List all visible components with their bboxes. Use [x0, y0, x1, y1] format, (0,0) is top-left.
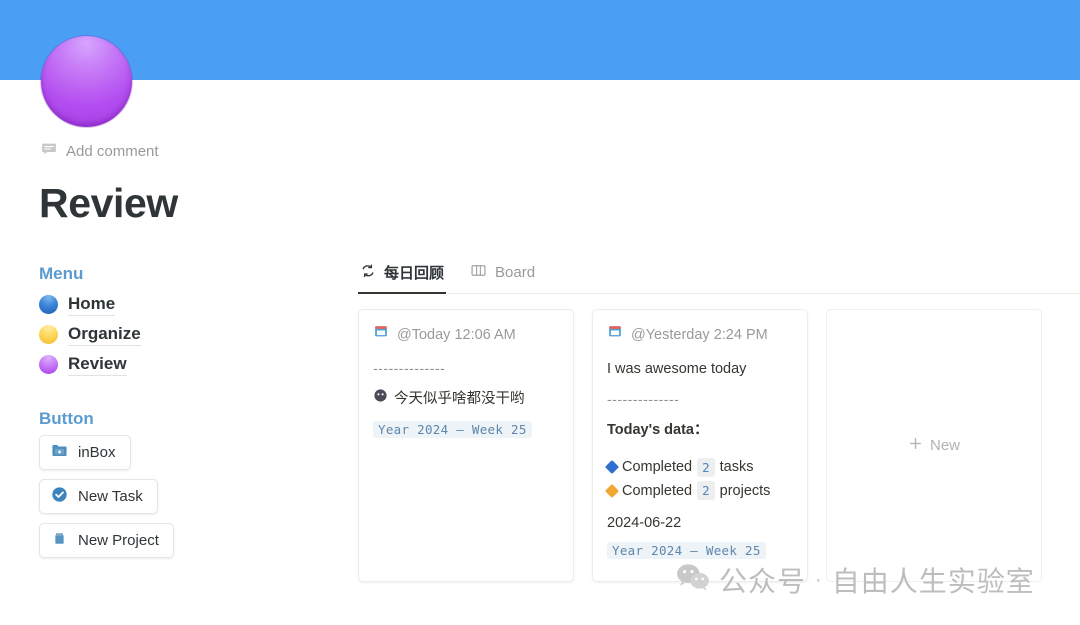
- new-project-button-label: New Project: [78, 532, 159, 549]
- check-circle-icon: [51, 486, 68, 507]
- add-comment-button[interactable]: Add comment: [41, 141, 159, 161]
- card-list: @Today 12:06 AM -------------- 今天似乎啥都没干哟…: [358, 309, 1080, 582]
- page-title: Review: [39, 180, 178, 226]
- dark-face-emoji: [373, 388, 388, 410]
- stat-row-tasks: Completed 2 tasks: [604, 456, 793, 478]
- blue-diamond-icon: [604, 460, 620, 475]
- review-card[interactable]: @Today 12:06 AM -------------- 今天似乎啥都没干哟…: [358, 309, 574, 582]
- card-divider: --------------: [607, 390, 680, 407]
- sidebar-item-label: Review: [68, 352, 127, 376]
- card-emoji-text: 今天似乎啥都没干哟: [394, 391, 525, 408]
- stat-count: 2: [697, 481, 715, 501]
- card-emoji-line: 今天似乎啥都没干哟: [373, 388, 559, 410]
- card-header: @Yesterday 2:24 PM: [607, 323, 793, 346]
- tab-bar: 每日回顾 Board: [358, 262, 1080, 294]
- card-date: 2024-06-22: [607, 515, 682, 532]
- sync-arrows-icon: [360, 263, 376, 283]
- sidebar-item-review[interactable]: Review: [39, 349, 329, 379]
- card-header: @Today 12:06 AM: [373, 323, 559, 346]
- card-header-text: @Today 12:06 AM: [397, 326, 516, 343]
- blue-circle-icon: [39, 294, 58, 314]
- new-task-button-label: New Task: [78, 488, 143, 505]
- tab-daily-review[interactable]: 每日回顾: [358, 262, 447, 294]
- inbox-button-label: inBox: [78, 444, 116, 461]
- board-columns-icon: [470, 262, 487, 283]
- button-heading: Button: [39, 409, 94, 428]
- card-divider: --------------: [373, 360, 446, 377]
- card-subtitle: Today's data：: [607, 421, 709, 438]
- sidebar-item-label: Organize: [68, 322, 141, 346]
- cover-banner: [0, 0, 1080, 80]
- main-panel: 每日回顾 Board @Today 12:06 AM -------------…: [358, 262, 1080, 582]
- folder-plus-icon: [51, 442, 68, 463]
- avatar[interactable]: [41, 36, 132, 127]
- orange-diamond-icon: [604, 483, 620, 498]
- stat-count: 2: [697, 457, 715, 478]
- stat-prefix: Completed: [622, 459, 693, 476]
- menu-heading: Menu: [39, 264, 84, 283]
- calendar-icon: [607, 323, 623, 346]
- card-note: I was awesome today: [607, 361, 747, 378]
- inbox-button[interactable]: inBox: [39, 435, 131, 470]
- card-header-text: @Yesterday 2:24 PM: [631, 326, 768, 343]
- new-card-button[interactable]: New: [826, 309, 1042, 582]
- new-card-label: New: [929, 437, 960, 454]
- stat-row-projects: Completed 2 projects: [604, 480, 793, 502]
- purple-circle-icon: [39, 354, 58, 374]
- plus-icon: [908, 436, 923, 455]
- comment-bubble-icon: [41, 141, 57, 161]
- new-project-button[interactable]: New Project: [39, 523, 174, 558]
- yellow-circle-icon: [39, 324, 58, 344]
- sidebar: Menu Home Organize Review Button inBox N…: [39, 264, 329, 567]
- tab-daily-review-label: 每日回顾: [384, 265, 445, 282]
- tab-board[interactable]: Board: [468, 262, 537, 294]
- new-task-button[interactable]: New Task: [39, 479, 158, 514]
- stat-suffix: tasks: [719, 459, 754, 476]
- sidebar-item-home[interactable]: Home: [39, 289, 329, 319]
- sidebar-item-organize[interactable]: Organize: [39, 319, 329, 349]
- sidebar-item-label: Home: [68, 292, 116, 316]
- button-list: inBox New Task New Project: [39, 435, 329, 567]
- week-code-badge: Year 2024 – Week 25: [607, 541, 766, 559]
- menu-list: Home Organize Review: [39, 289, 329, 379]
- project-icon: [51, 530, 68, 551]
- stat-prefix: Completed: [622, 482, 693, 499]
- stat-suffix: projects: [719, 482, 771, 499]
- review-card[interactable]: @Yesterday 2:24 PM I was awesome today -…: [592, 309, 808, 582]
- tab-board-label: Board: [495, 264, 536, 281]
- add-comment-label: Add comment: [66, 142, 159, 160]
- calendar-icon: [373, 323, 389, 346]
- week-code-badge: Year 2024 – Week 25: [373, 420, 532, 438]
